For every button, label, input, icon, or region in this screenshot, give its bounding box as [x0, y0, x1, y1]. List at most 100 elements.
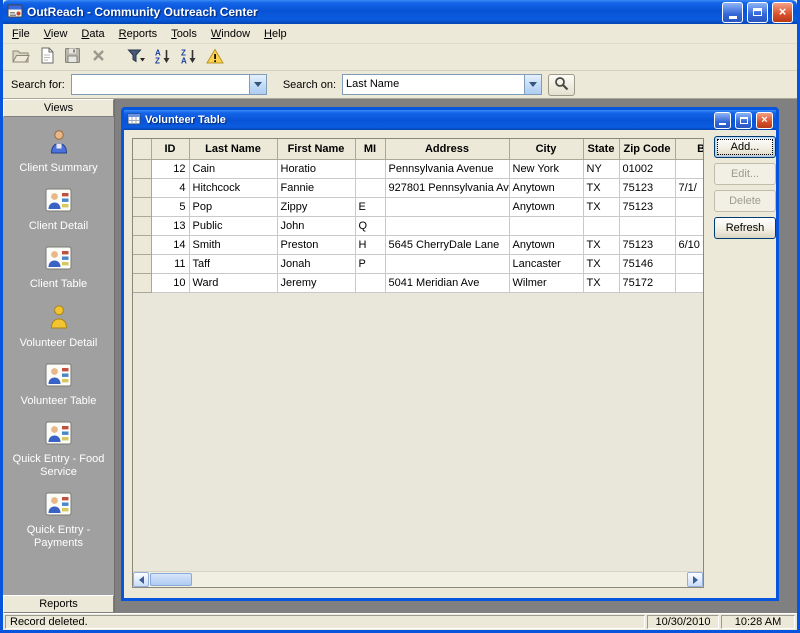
sidebar-item-volunteer-detail[interactable]: Volunteer Detail: [7, 304, 111, 350]
cell-id[interactable]: 12: [151, 159, 189, 178]
cell-birth[interactable]: [675, 273, 704, 292]
sidebar-item-client-summary[interactable]: Client Summary: [7, 129, 111, 175]
scrollbar-thumb[interactable]: [150, 573, 192, 586]
column-header-city[interactable]: City: [509, 139, 583, 159]
sidebar-item-volunteer-table[interactable]: Volunteer Table: [7, 363, 111, 408]
cell-city[interactable]: Anytown: [509, 235, 583, 254]
cell-mi[interactable]: H: [355, 235, 385, 254]
cell-state[interactable]: TX: [583, 273, 619, 292]
new-document-toolbar-button[interactable]: [35, 46, 58, 69]
cell-id[interactable]: 4: [151, 178, 189, 197]
reports-header-button[interactable]: Reports: [3, 595, 114, 613]
cell-zip-code[interactable]: [619, 216, 675, 235]
search-on-value[interactable]: Last Name: [343, 75, 524, 94]
cell-state[interactable]: TX: [583, 178, 619, 197]
search-for-value[interactable]: [72, 75, 249, 94]
search-go-button[interactable]: [548, 74, 575, 96]
cell-id[interactable]: 10: [151, 273, 189, 292]
cell-city[interactable]: Anytown: [509, 197, 583, 216]
column-header-address[interactable]: Address: [385, 139, 509, 159]
cell-mi[interactable]: Q: [355, 216, 385, 235]
menu-data[interactable]: Data: [74, 26, 111, 42]
row-selector[interactable]: [133, 273, 151, 292]
cell-last-name[interactable]: Cain: [189, 159, 277, 178]
cell-first-name[interactable]: Jonah: [277, 254, 355, 273]
row-selector[interactable]: [133, 197, 151, 216]
cell-last-name[interactable]: Taff: [189, 254, 277, 273]
cell-birth[interactable]: 7/1/: [675, 178, 704, 197]
cell-state[interactable]: TX: [583, 254, 619, 273]
open-folder-toolbar-button[interactable]: [9, 46, 32, 69]
minimize-button[interactable]: [722, 2, 743, 23]
sidebar-item-quick-entry-payments[interactable]: Quick Entry - Payments: [7, 492, 111, 550]
cell-last-name[interactable]: Pop: [189, 197, 277, 216]
cell-zip-code[interactable]: 01002: [619, 159, 675, 178]
child-minimize-button[interactable]: [714, 112, 731, 129]
cell-first-name[interactable]: Jeremy: [277, 273, 355, 292]
horizontal-scrollbar[interactable]: [133, 571, 703, 587]
cell-zip-code[interactable]: 75172: [619, 273, 675, 292]
cell-first-name[interactable]: Preston: [277, 235, 355, 254]
cell-city[interactable]: Anytown: [509, 178, 583, 197]
column-header-id[interactable]: ID: [151, 139, 189, 159]
sidebar-item-client-detail[interactable]: Client Detail: [7, 188, 111, 233]
cell-birth[interactable]: 6/10: [675, 235, 704, 254]
menu-window[interactable]: Window: [204, 26, 257, 42]
column-header-mi[interactable]: MI: [355, 139, 385, 159]
column-header-last-name[interactable]: Last Name: [189, 139, 277, 159]
cell-state[interactable]: NY: [583, 159, 619, 178]
refresh-button[interactable]: Refresh: [714, 217, 776, 239]
add-button[interactable]: Add...: [714, 136, 776, 158]
cell-last-name[interactable]: Smith: [189, 235, 277, 254]
sidebar-item-quick-entry-food-service[interactable]: Quick Entry - Food Service: [7, 421, 111, 479]
column-header-state[interactable]: State: [583, 139, 619, 159]
cell-state[interactable]: TX: [583, 197, 619, 216]
filter-toolbar-button[interactable]: [125, 46, 148, 69]
cell-city[interactable]: Lancaster: [509, 254, 583, 273]
row-selector[interactable]: [133, 254, 151, 273]
close-button[interactable]: ×: [772, 2, 793, 23]
maximize-button[interactable]: [747, 2, 768, 23]
cell-city[interactable]: [509, 216, 583, 235]
cell-zip-code[interactable]: 75123: [619, 235, 675, 254]
child-maximize-button[interactable]: [735, 112, 752, 129]
menu-tools[interactable]: Tools: [164, 26, 204, 42]
cell-zip-code[interactable]: 75123: [619, 178, 675, 197]
cell-id[interactable]: 13: [151, 216, 189, 235]
child-close-button[interactable]: ×: [756, 112, 773, 129]
cell-state[interactable]: TX: [583, 235, 619, 254]
cell-address[interactable]: [385, 216, 509, 235]
cell-id[interactable]: 11: [151, 254, 189, 273]
menu-file[interactable]: File: [5, 26, 37, 42]
column-header-zip-code[interactable]: Zip Code: [619, 139, 675, 159]
cell-last-name[interactable]: Ward: [189, 273, 277, 292]
cell-last-name[interactable]: Hitchcock: [189, 178, 277, 197]
cell-zip-code[interactable]: 75146: [619, 254, 675, 273]
scroll-right-button[interactable]: [687, 572, 703, 587]
row-selector[interactable]: [133, 159, 151, 178]
cell-mi[interactable]: [355, 273, 385, 292]
scroll-left-button[interactable]: [133, 572, 149, 587]
cell-last-name[interactable]: Public: [189, 216, 277, 235]
save-toolbar-button[interactable]: [61, 46, 84, 69]
cell-first-name[interactable]: Horatio: [277, 159, 355, 178]
menu-help[interactable]: Help: [257, 26, 294, 42]
search-on-dropdown-arrow[interactable]: [524, 75, 541, 94]
column-header-first-name[interactable]: First Name: [277, 139, 355, 159]
cell-mi[interactable]: P: [355, 254, 385, 273]
search-for-combobox[interactable]: [71, 74, 267, 95]
cell-address[interactable]: [385, 197, 509, 216]
cell-first-name[interactable]: Fannie: [277, 178, 355, 197]
cell-address[interactable]: 5645 CherryDale Lane: [385, 235, 509, 254]
views-header-button[interactable]: Views: [3, 99, 114, 117]
cell-address[interactable]: 927801 Pennsylvania Aver: [385, 178, 509, 197]
cell-mi[interactable]: [355, 178, 385, 197]
sidebar-item-client-table[interactable]: Client Table: [7, 246, 111, 291]
cell-city[interactable]: Wilmer: [509, 273, 583, 292]
search-on-combobox[interactable]: Last Name: [342, 74, 542, 95]
delete-toolbar-button[interactable]: [87, 46, 110, 69]
cell-city[interactable]: New York: [509, 159, 583, 178]
cell-first-name[interactable]: Zippy: [277, 197, 355, 216]
menu-reports[interactable]: Reports: [112, 26, 165, 42]
cell-birth[interactable]: [675, 254, 704, 273]
